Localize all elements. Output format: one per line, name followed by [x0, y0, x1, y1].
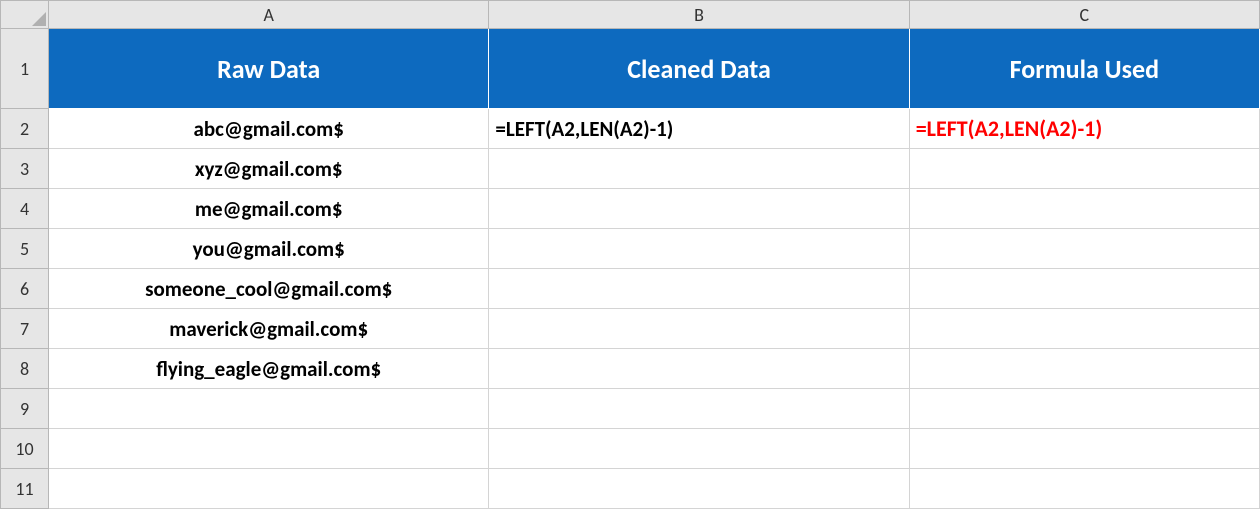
- cell-a7[interactable]: maverick@gmail.com$: [49, 309, 489, 349]
- cell-b8[interactable]: [489, 349, 909, 389]
- cell-a9[interactable]: [49, 389, 489, 429]
- formula-part: A2: [1046, 115, 1070, 142]
- row-header-9[interactable]: 9: [1, 389, 49, 429]
- column-header-b[interactable]: B: [489, 1, 909, 29]
- cell-c9[interactable]: [909, 389, 1259, 429]
- cell-c7[interactable]: [909, 309, 1259, 349]
- cell-b10[interactable]: [489, 429, 909, 469]
- row-5: 5 you@gmail.com$: [1, 229, 1260, 269]
- cell-a1[interactable]: Raw Data: [49, 29, 489, 109]
- row-header-5[interactable]: 5: [1, 229, 49, 269]
- cell-b2[interactable]: =LEFT(A2,LEN(A2)-1): [489, 109, 909, 149]
- cell-a3[interactable]: xyz@gmail.com$: [49, 149, 489, 189]
- row-header-3[interactable]: 3: [1, 149, 49, 189]
- cell-a10[interactable]: [49, 429, 489, 469]
- row-header-6[interactable]: 6: [1, 269, 49, 309]
- column-header-a[interactable]: A: [49, 1, 489, 29]
- row-8: 8 flying_eagle@gmail.com$: [1, 349, 1260, 389]
- cell-c3[interactable]: [909, 149, 1259, 189]
- cell-c6[interactable]: [909, 269, 1259, 309]
- cell-c8[interactable]: [909, 349, 1259, 389]
- row-header-11[interactable]: 11: [1, 469, 49, 509]
- row-2: 2 abc@gmail.com$ =LEFT(A2,LEN(A2)-1) =LE…: [1, 109, 1260, 149]
- cell-a2[interactable]: abc@gmail.com$: [49, 109, 489, 149]
- select-all-corner[interactable]: [1, 1, 49, 29]
- cell-c5[interactable]: [909, 229, 1259, 269]
- row-header-8[interactable]: 8: [1, 349, 49, 389]
- row-7: 7 maverick@gmail.com$: [1, 309, 1260, 349]
- formula-part: ,LEN(: [999, 115, 1046, 142]
- row-4: 4 me@gmail.com$: [1, 189, 1260, 229]
- row-10: 10: [1, 429, 1260, 469]
- row-9: 9: [1, 389, 1260, 429]
- cell-a11[interactable]: [49, 469, 489, 509]
- row-header-10[interactable]: 10: [1, 429, 49, 469]
- cell-b11[interactable]: [489, 469, 909, 509]
- cell-a5[interactable]: you@gmail.com$: [49, 229, 489, 269]
- formula-part: -1): [1077, 115, 1102, 142]
- row-6: 6 someone_cool@gmail.com$: [1, 269, 1260, 309]
- formula-part: =LEFT(: [916, 115, 975, 142]
- row-header-2[interactable]: 2: [1, 109, 49, 149]
- cell-b7[interactable]: [489, 309, 909, 349]
- cell-a8[interactable]: flying_eagle@gmail.com$: [49, 349, 489, 389]
- row-header-1[interactable]: 1: [1, 29, 49, 109]
- cell-c4[interactable]: [909, 189, 1259, 229]
- cell-c2[interactable]: =LEFT(A2,LEN(A2)-1): [909, 109, 1259, 149]
- cell-b3[interactable]: [489, 149, 909, 189]
- row-header-4[interactable]: 4: [1, 189, 49, 229]
- formula-text: =LEFT(A2,LEN(A2)-1): [495, 116, 673, 142]
- cell-a6[interactable]: someone_cool@gmail.com$: [49, 269, 489, 309]
- row-11: 11: [1, 469, 1260, 509]
- cell-b1[interactable]: Cleaned Data: [489, 29, 909, 109]
- cell-c10[interactable]: [909, 429, 1259, 469]
- cell-b6[interactable]: [489, 269, 909, 309]
- cell-b9[interactable]: [489, 389, 909, 429]
- row-1: 1 Raw Data Cleaned Data Formula Used: [1, 29, 1260, 109]
- cell-b4[interactable]: [489, 189, 909, 229]
- row-3: 3 xyz@gmail.com$: [1, 149, 1260, 189]
- column-header-row: A B C: [1, 1, 1260, 29]
- cell-a4[interactable]: me@gmail.com$: [49, 189, 489, 229]
- row-header-7[interactable]: 7: [1, 309, 49, 349]
- formula-part: A2: [975, 115, 999, 142]
- cell-c11[interactable]: [909, 469, 1259, 509]
- cell-c1[interactable]: Formula Used: [909, 29, 1259, 109]
- spreadsheet-grid: A B C 1 Raw Data Cleaned Data Formula Us…: [0, 0, 1260, 509]
- column-header-c[interactable]: C: [909, 1, 1259, 29]
- cell-b5[interactable]: [489, 229, 909, 269]
